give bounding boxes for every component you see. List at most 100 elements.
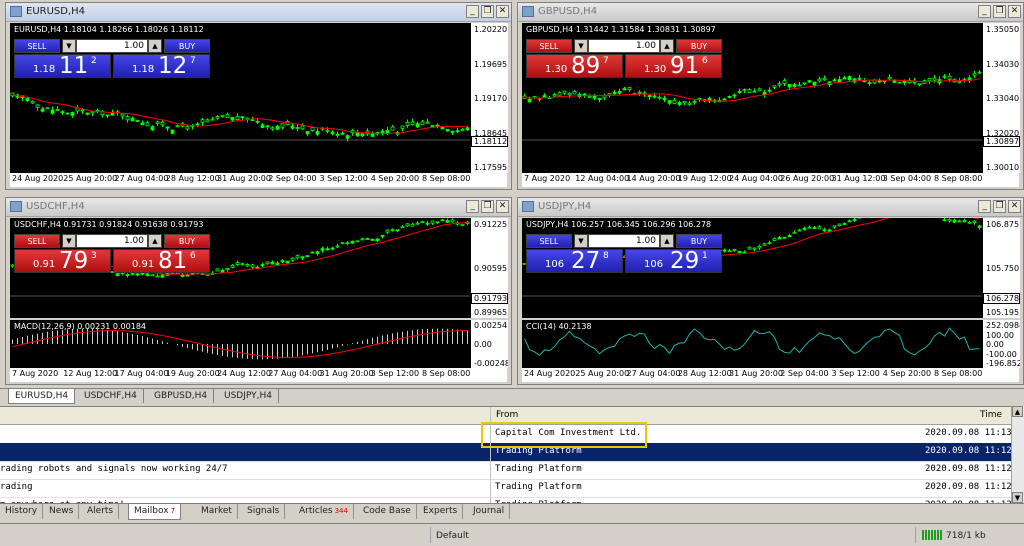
- buy-button[interactable]: BUY: [676, 39, 722, 53]
- window-titlebar[interactable]: GBPUSD,H4 _ ❐ ✕: [518, 3, 1023, 22]
- window-titlebar[interactable]: USDJPY,H4 _ ❐ ✕: [518, 198, 1023, 217]
- from-column-header[interactable]: From: [496, 410, 518, 420]
- time-tick: 19 Aug 12:00: [677, 174, 732, 183]
- buy-price-button[interactable]: 0.91 81 6: [113, 248, 210, 274]
- candle-body: [967, 221, 972, 224]
- symbol-info: USDJPY,H4 106.257 106.345 106.296 106.27…: [526, 220, 712, 229]
- sell-price-button[interactable]: 1.18 11 2: [14, 53, 111, 79]
- sell-price-button[interactable]: 0.91 79 3: [14, 248, 111, 274]
- chart-tab-gbpusd[interactable]: GBPUSD,H4: [148, 389, 215, 403]
- candle-body: [687, 102, 692, 105]
- terminal-tab-mailbox[interactable]: Mailbox 7: [128, 504, 182, 520]
- lot-size-input[interactable]: 1.00: [76, 39, 148, 53]
- lot-up-icon[interactable]: ▲: [660, 234, 674, 248]
- indicator-plot[interactable]: CCI(14) 40.2138: [522, 320, 982, 368]
- terminal-tab-history[interactable]: History: [0, 504, 44, 519]
- candle-body: [867, 82, 872, 84]
- lot-down-icon[interactable]: ▼: [62, 39, 76, 53]
- close-icon[interactable]: ✕: [496, 5, 509, 18]
- minimize-icon[interactable]: _: [978, 200, 991, 213]
- candle-body: [390, 229, 395, 232]
- lot-size-input[interactable]: 1.00: [76, 234, 148, 248]
- close-icon[interactable]: ✕: [1008, 200, 1021, 213]
- candle-body: [587, 95, 592, 98]
- price-axis: 1.20220 1.19695 1.19170 1.18645 1.17595 1.181…: [470, 23, 508, 173]
- candle-body: [270, 261, 275, 265]
- candle-body: [947, 218, 952, 222]
- lot-down-icon[interactable]: ▼: [574, 39, 588, 53]
- sell-button[interactable]: SELL: [526, 39, 572, 53]
- lot-up-icon[interactable]: ▲: [660, 39, 674, 53]
- candle-body: [842, 223, 847, 225]
- price-tick: 105.750: [986, 264, 1020, 273]
- candle-body: [290, 125, 295, 129]
- terminal-tab-journal[interactable]: Journal: [468, 504, 511, 519]
- terminal-tabs: History News Alerts Mailbox 7 Market Signals Ar…: [0, 503, 1024, 520]
- close-icon[interactable]: ✕: [496, 200, 509, 213]
- candle-body: [295, 255, 300, 259]
- buy-button[interactable]: BUY: [164, 39, 210, 53]
- lot-down-icon[interactable]: ▼: [62, 234, 76, 248]
- minimize-icon[interactable]: _: [978, 5, 991, 18]
- terminal-tab-alerts[interactable]: Alerts: [82, 504, 120, 519]
- terminal-tab-news[interactable]: News: [44, 504, 80, 519]
- lot-size-input[interactable]: 1.00: [588, 39, 660, 53]
- chart-window-usdchf[interactable]: USDCHF,H4 _ ❐ ✕ USDCHF,H4 0.91731 0.91824 …: [5, 197, 512, 385]
- window-titlebar[interactable]: USDCHF,H4 _ ❐ ✕: [6, 198, 511, 217]
- terminal-tab-code-base[interactable]: Code Base: [358, 504, 417, 519]
- lot-up-icon[interactable]: ▲: [148, 234, 162, 248]
- buy-button[interactable]: BUY: [164, 234, 210, 248]
- price-axis: 1.35050 1.34030 1.33040 1.32020 1.30010 1.308…: [982, 23, 1020, 173]
- lot-up-icon[interactable]: ▲: [148, 39, 162, 53]
- time-column-header[interactable]: Time: [980, 410, 1002, 420]
- indicator-plot[interactable]: MACD(12,26,9) 0.00231 0.00184: [10, 320, 470, 368]
- sell-button[interactable]: SELL: [526, 234, 572, 248]
- minimize-icon[interactable]: _: [466, 200, 479, 213]
- chart-window-icon: [10, 201, 22, 212]
- candle-body: [335, 245, 340, 248]
- sell-button[interactable]: SELL: [14, 234, 60, 248]
- mailbox-scrollbar[interactable]: ▲ ▼: [1011, 406, 1024, 503]
- lot-down-icon[interactable]: ▼: [574, 234, 588, 248]
- minimize-icon[interactable]: _: [466, 5, 479, 18]
- lot-size-input[interactable]: 1.00: [588, 234, 660, 248]
- buy-price-button[interactable]: 1.18 12 7: [113, 53, 210, 79]
- terminal-tab-signals[interactable]: Signals: [242, 504, 286, 519]
- mail-row[interactable]: rading Trading Platform 2020.09.08 11:12: [0, 479, 1012, 498]
- mail-row[interactable]: rading robots and signals now working 24…: [0, 461, 1012, 480]
- mail-time: 2020.09.08 11:12: [925, 464, 1012, 474]
- buy-button[interactable]: BUY: [676, 234, 722, 248]
- terminal-tab-articles[interactable]: Articles 344: [294, 504, 354, 519]
- chart-window-gbpusd[interactable]: GBPUSD,H4 _ ❐ ✕ GBPUSD,H4 1.31442 1.31584 …: [517, 2, 1024, 190]
- restore-icon[interactable]: ❐: [993, 5, 1006, 18]
- scroll-up-icon[interactable]: ▲: [1012, 406, 1023, 417]
- terminal-tab-market[interactable]: Market: [196, 504, 238, 519]
- chart-window-usdjpy[interactable]: USDJPY,H4 _ ❐ ✕ USDJPY,H4 106.257 106.345 …: [517, 197, 1024, 385]
- candle-body: [310, 251, 315, 254]
- restore-icon[interactable]: ❐: [481, 5, 494, 18]
- candle-body: [927, 78, 932, 82]
- chart-tab-eurusd[interactable]: EURUSD,H4: [8, 389, 76, 404]
- buy-price-button[interactable]: 1.30 91 6: [625, 53, 722, 79]
- current-price-label: 1.18112: [471, 135, 508, 147]
- sell-price-button[interactable]: 106 27 8: [526, 248, 623, 274]
- chart-tab-usdchf[interactable]: USDCHF,H4: [78, 389, 144, 403]
- candle-body: [280, 260, 285, 263]
- chart-tab-usdjpy[interactable]: USDJPY,H4: [218, 389, 279, 403]
- candle-body: [582, 93, 587, 96]
- restore-icon[interactable]: ❐: [993, 200, 1006, 213]
- close-icon[interactable]: ✕: [1008, 5, 1021, 18]
- sell-button[interactable]: SELL: [14, 39, 60, 53]
- terminal-tab-experts[interactable]: Experts: [418, 504, 464, 519]
- candle-body: [777, 83, 782, 86]
- chart-window-eurusd[interactable]: EURUSD,H4 _ ❐ ✕ EURUSD,H4 1.18104 1.18266 …: [5, 2, 512, 190]
- candle-body: [285, 260, 290, 264]
- candle-body: [430, 220, 435, 224]
- candle-body: [440, 127, 445, 130]
- scroll-down-icon[interactable]: ▼: [1012, 492, 1023, 503]
- buy-price-button[interactable]: 106 29 1: [625, 248, 722, 274]
- sell-price-button[interactable]: 1.30 89 7: [526, 53, 623, 79]
- candle-body: [170, 129, 175, 134]
- window-titlebar[interactable]: EURUSD,H4 _ ❐ ✕: [6, 3, 511, 22]
- restore-icon[interactable]: ❐: [481, 200, 494, 213]
